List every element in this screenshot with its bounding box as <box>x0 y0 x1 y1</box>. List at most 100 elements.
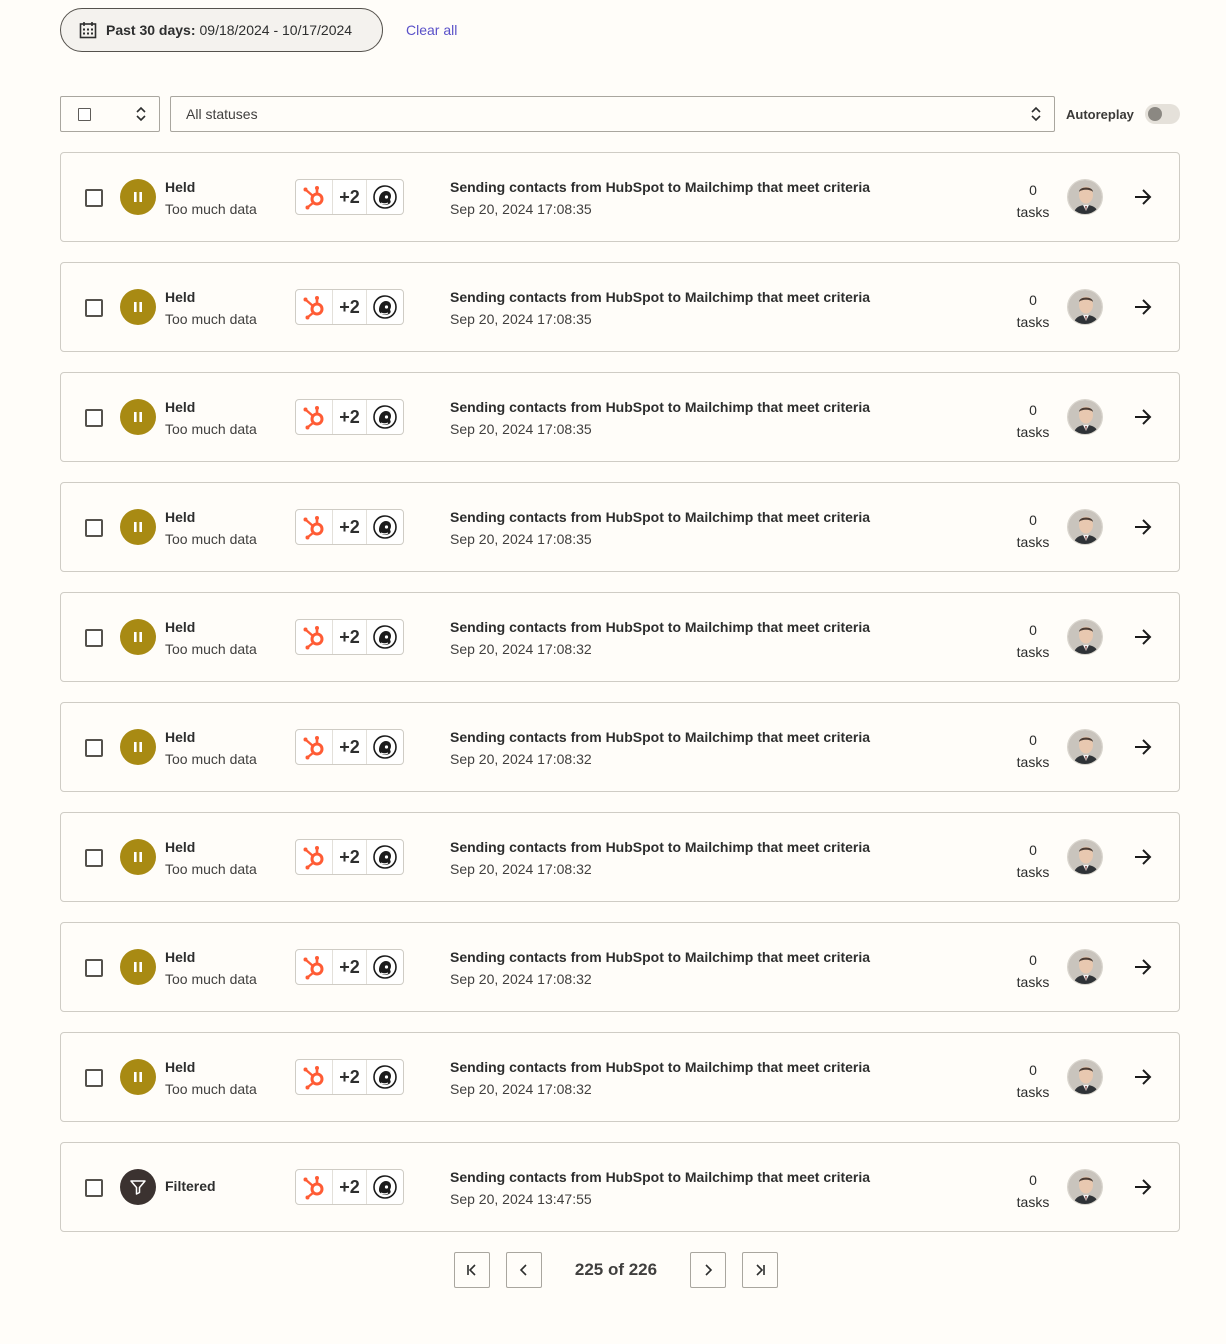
row-checkbox[interactable] <box>85 1179 103 1197</box>
filter-bar: Past 30 days: 09/18/2024 - 10/17/2024 Cl… <box>60 8 457 52</box>
date-range-label: Past 30 days: <box>106 22 196 38</box>
more-apps-count: +2 <box>331 1170 368 1204</box>
row-checkbox[interactable] <box>85 739 103 757</box>
chevron-up-down-icon <box>1031 106 1041 122</box>
arrow-right-icon[interactable] <box>1132 296 1154 318</box>
first-page-button[interactable] <box>454 1252 490 1288</box>
more-apps-count: +2 <box>331 620 368 654</box>
next-page-button[interactable] <box>690 1252 726 1288</box>
run-row[interactable]: Held Too much data +2 Sending contacts f… <box>60 262 1180 352</box>
row-checkbox[interactable] <box>85 299 103 317</box>
more-apps-count: +2 <box>331 1060 368 1094</box>
status-filter-select[interactable]: All statuses <box>170 96 1055 132</box>
app-icons: +2 <box>295 1059 404 1095</box>
hubspot-icon <box>296 950 332 984</box>
bulk-select-dropdown[interactable] <box>60 96 160 132</box>
tasks-count-value: 0 <box>1029 732 1037 748</box>
autoreplay-toggle[interactable] <box>1144 104 1180 124</box>
tasks-count: 0 tasks <box>1011 619 1055 663</box>
zap-title: Sending contacts from HubSpot to Mailchi… <box>450 179 871 195</box>
tasks-count-value: 0 <box>1029 842 1037 858</box>
pause-icon <box>134 852 142 862</box>
tasks-count-value: 0 <box>1029 512 1037 528</box>
toggle-knob <box>1147 107 1162 121</box>
row-checkbox[interactable] <box>85 959 103 977</box>
tasks-count-label: tasks <box>1016 754 1050 770</box>
row-checkbox[interactable] <box>85 409 103 427</box>
pause-icon <box>134 742 142 752</box>
status-label: Held <box>165 289 196 305</box>
pause-icon <box>134 302 142 312</box>
arrow-right-icon[interactable] <box>1132 956 1154 978</box>
tasks-count-label: tasks <box>1016 864 1050 880</box>
owner-avatar <box>1067 839 1103 875</box>
previous-page-button[interactable] <box>506 1252 542 1288</box>
arrow-right-icon[interactable] <box>1132 406 1154 428</box>
tasks-count: 0 tasks <box>1011 1169 1055 1213</box>
row-checkbox[interactable] <box>85 629 103 647</box>
status-reason: Too much data <box>165 641 257 657</box>
mailchimp-icon <box>367 400 403 434</box>
clear-all-link[interactable]: Clear all <box>406 22 457 38</box>
run-timestamp: Sep 20, 2024 17:08:35 <box>450 421 592 437</box>
arrow-right-icon[interactable] <box>1132 1066 1154 1088</box>
hubspot-icon <box>296 730 332 764</box>
mailchimp-icon <box>367 290 403 324</box>
app-icons: +2 <box>295 509 404 545</box>
arrow-right-icon[interactable] <box>1132 626 1154 648</box>
tasks-count-label: tasks <box>1016 1194 1050 1210</box>
arrow-right-icon[interactable] <box>1132 846 1154 868</box>
run-row[interactable]: Filtered +2 Sending contacts from HubSpo… <box>60 1142 1180 1232</box>
run-row[interactable]: Held Too much data +2 Sending contacts f… <box>60 812 1180 902</box>
arrow-right-icon[interactable] <box>1132 736 1154 758</box>
controls-row: All statuses Autoreplay <box>60 96 1180 132</box>
date-range-filter[interactable]: Past 30 days: 09/18/2024 - 10/17/2024 <box>60 8 383 52</box>
arrow-right-icon[interactable] <box>1132 516 1154 538</box>
more-apps-count: +2 <box>331 950 368 984</box>
row-checkbox[interactable] <box>85 1069 103 1087</box>
owner-avatar <box>1067 289 1103 325</box>
status-filter-value: All statuses <box>186 106 258 122</box>
run-row[interactable]: Held Too much data +2 Sending contacts f… <box>60 592 1180 682</box>
owner-avatar <box>1067 1059 1103 1095</box>
status-label: Held <box>165 839 196 855</box>
calendar-icon <box>79 22 97 39</box>
status-label: Held <box>165 179 196 195</box>
row-checkbox[interactable] <box>85 189 103 207</box>
arrow-right-icon[interactable] <box>1132 1176 1154 1198</box>
owner-avatar <box>1067 179 1103 215</box>
run-row[interactable]: Held Too much data +2 Sending contacts f… <box>60 152 1180 242</box>
last-page-button[interactable] <box>742 1252 778 1288</box>
arrow-right-icon[interactable] <box>1132 186 1154 208</box>
status-label: Held <box>165 1059 196 1075</box>
run-row[interactable]: Held Too much data +2 Sending contacts f… <box>60 372 1180 462</box>
status-reason: Too much data <box>165 421 257 437</box>
mailchimp-icon <box>367 180 403 214</box>
status-icon <box>120 179 156 215</box>
status-icon <box>120 839 156 875</box>
owner-avatar <box>1067 1169 1103 1205</box>
hubspot-icon <box>296 1170 332 1204</box>
run-row[interactable]: Held Too much data +2 Sending contacts f… <box>60 702 1180 792</box>
run-row[interactable]: Held Too much data +2 Sending contacts f… <box>60 1032 1180 1122</box>
app-icons: +2 <box>295 729 404 765</box>
status-icon <box>120 399 156 435</box>
mailchimp-icon <box>367 840 403 874</box>
app-icons: +2 <box>295 619 404 655</box>
date-range-value: 09/18/2024 - 10/17/2024 <box>199 22 353 38</box>
status-label: Held <box>165 949 196 965</box>
row-checkbox[interactable] <box>85 849 103 867</box>
app-icons: +2 <box>295 179 404 215</box>
tasks-count: 0 tasks <box>1011 949 1055 993</box>
tasks-count: 0 tasks <box>1011 289 1055 333</box>
zap-title: Sending contacts from HubSpot to Mailchi… <box>450 729 871 745</box>
run-row[interactable]: Held Too much data +2 Sending contacts f… <box>60 922 1180 1012</box>
run-timestamp: Sep 20, 2024 17:08:35 <box>450 201 592 217</box>
tasks-count-value: 0 <box>1029 292 1037 308</box>
select-all-checkbox[interactable] <box>78 107 91 121</box>
first-page-icon <box>467 1264 476 1276</box>
run-row[interactable]: Held Too much data +2 Sending contacts f… <box>60 482 1180 572</box>
status-reason: Too much data <box>165 861 257 877</box>
tasks-count-value: 0 <box>1029 402 1037 418</box>
row-checkbox[interactable] <box>85 519 103 537</box>
